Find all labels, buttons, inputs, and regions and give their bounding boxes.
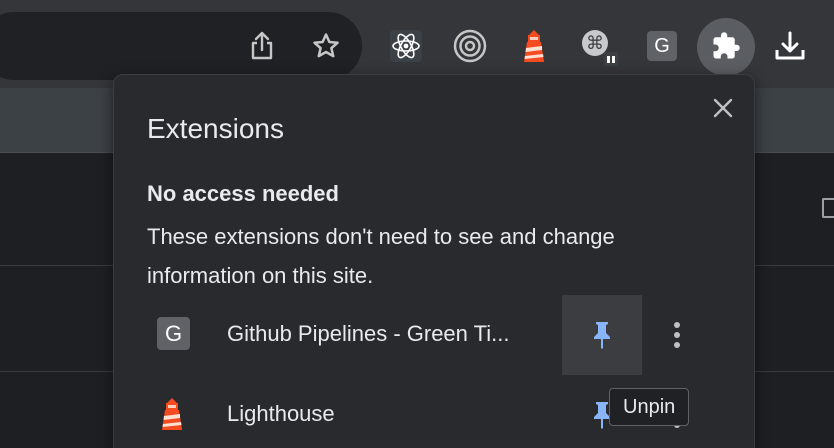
- target-extension-icon[interactable]: [448, 24, 492, 68]
- close-icon[interactable]: [706, 91, 740, 125]
- github-pipelines-g-icon: G: [157, 317, 193, 353]
- unpin-tooltip: Unpin: [609, 388, 690, 426]
- extensions-puzzle-icon[interactable]: [704, 24, 748, 68]
- g-badge: G: [157, 317, 190, 350]
- extension-name: Lighthouse: [227, 401, 335, 426]
- g-badge: G: [647, 31, 677, 61]
- pin-button[interactable]: [562, 295, 642, 375]
- lighthouse-icon[interactable]: [512, 24, 556, 68]
- github-pipelines-g-icon[interactable]: G: [640, 24, 684, 68]
- popup-title: Extensions: [147, 113, 284, 144]
- extension-row-github-pipelines[interactable]: G Github Pipelines - Green Ti...: [147, 295, 727, 375]
- pin-icon: [594, 322, 610, 349]
- lighthouse-icon: [157, 397, 193, 433]
- svg-text:⌘: ⌘: [586, 33, 604, 54]
- share-icon[interactable]: [240, 24, 284, 68]
- extension-name: Github Pipelines - Green Ti...: [227, 321, 510, 346]
- page-edge-icon: [822, 198, 834, 218]
- more-vert-icon: [674, 322, 680, 348]
- download-icon[interactable]: [768, 24, 812, 68]
- section-description: These extensions don't need to see and c…: [147, 224, 615, 288]
- bookmark-star-icon[interactable]: [304, 24, 348, 68]
- section-heading: No access needed: [147, 181, 339, 206]
- more-options-button[interactable]: [657, 315, 697, 355]
- react-devtools-icon[interactable]: [384, 24, 428, 68]
- command-key-extension-icon[interactable]: ⌘: [576, 24, 620, 68]
